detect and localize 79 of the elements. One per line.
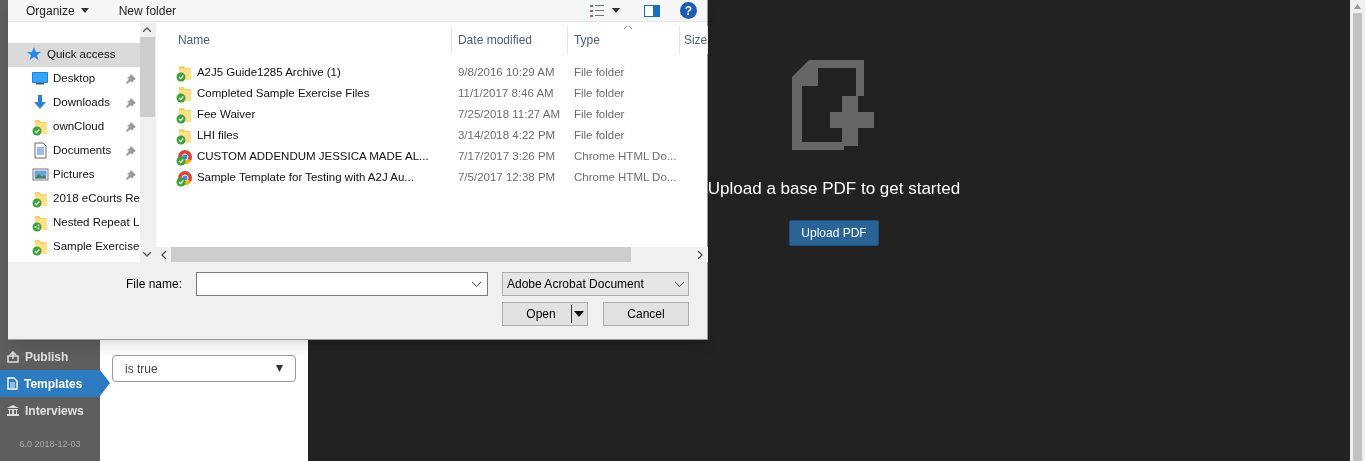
sidebar-item[interactable]: Interviews bbox=[0, 397, 100, 424]
bank-icon bbox=[7, 405, 19, 416]
upload-pdf-button[interactable]: Upload PDF bbox=[789, 219, 879, 246]
caret-icon bbox=[276, 365, 283, 372]
preview-pane-icon bbox=[644, 4, 660, 17]
column-header[interactable]: Name bbox=[155, 26, 452, 54]
caret-icon bbox=[80, 8, 89, 13]
cancel-button[interactable]: Cancel bbox=[603, 302, 689, 326]
monitor-icon bbox=[32, 70, 49, 88]
file-name[interactable]: CUSTOM ADDENDUM JESSICA MADE AL... bbox=[196, 147, 429, 166]
file-name-field[interactable] bbox=[196, 272, 488, 296]
file-type: File folder bbox=[572, 64, 626, 80]
open-button[interactable]: Open bbox=[502, 302, 588, 326]
upload-message: Upload a base PDF to get started bbox=[707, 178, 961, 200]
document-icon bbox=[7, 377, 18, 390]
view-list-icon bbox=[590, 4, 604, 17]
file-name-label: File name: bbox=[125, 276, 182, 293]
file-name[interactable]: Fee Waiver bbox=[196, 105, 256, 124]
file-type-dropdown[interactable]: Adobe Acrobat Document bbox=[502, 272, 689, 296]
horizontal-scrollbar[interactable] bbox=[155, 247, 709, 262]
nav-item[interactable]: Desktop bbox=[8, 67, 140, 91]
caret-icon bbox=[572, 311, 586, 317]
sidebar-item[interactable]: Publish bbox=[0, 343, 100, 370]
folder-icon bbox=[175, 105, 193, 124]
nav-item[interactable]: ownCloud bbox=[8, 115, 140, 139]
chrome-icon bbox=[175, 168, 193, 187]
condition-select[interactable]: is true bbox=[112, 355, 296, 382]
column-header[interactable]: Date modified bbox=[451, 26, 568, 54]
scrollbar[interactable] bbox=[1350, 0, 1365, 461]
folder-icon bbox=[175, 63, 193, 82]
file-type: File folder bbox=[572, 106, 626, 122]
folder-icon bbox=[32, 118, 49, 136]
file-type: File folder bbox=[572, 85, 626, 101]
nav-item[interactable]: Downloads bbox=[8, 91, 140, 115]
column-header[interactable]: Type bbox=[567, 26, 680, 54]
file-name[interactable]: A2J5 Guide1285 Archive (1) bbox=[196, 63, 341, 82]
caret-icon bbox=[612, 8, 620, 13]
folder-icon bbox=[32, 190, 49, 208]
caret-icon bbox=[675, 281, 684, 287]
date-modified: 3/14/2018 4:22 PM bbox=[456, 127, 557, 143]
nav-item[interactable]: Pictures bbox=[8, 163, 140, 187]
scroll-left-icon[interactable] bbox=[160, 250, 166, 259]
nav-item[interactable]: Nested Repeat L bbox=[8, 211, 140, 235]
nav-item[interactable]: Documents bbox=[8, 139, 140, 163]
preview-pane-button[interactable] bbox=[644, 4, 660, 17]
sidebar-item[interactable]: Templates bbox=[0, 370, 100, 397]
folder-icon bbox=[32, 238, 49, 256]
file-type: File folder bbox=[572, 127, 626, 143]
folder-icon bbox=[175, 126, 193, 145]
scroll-down-icon[interactable] bbox=[143, 252, 152, 257]
folder-icon bbox=[175, 84, 193, 103]
scroll-up-icon[interactable] bbox=[143, 27, 152, 32]
new-folder-button[interactable]: New folder bbox=[118, 1, 177, 20]
file-name[interactable]: Completed Sample Exercise Files bbox=[196, 84, 370, 103]
nav-item[interactable]: Quick access bbox=[8, 43, 140, 67]
picture-icon bbox=[32, 166, 49, 184]
chrome-icon bbox=[175, 147, 193, 166]
nav-item[interactable]: Sample Exercise bbox=[8, 235, 140, 259]
scrollbar[interactable] bbox=[139, 22, 155, 262]
help-button[interactable]: ? bbox=[680, 2, 697, 19]
file-name[interactable]: LHI files bbox=[196, 126, 239, 145]
shared-folder-icon bbox=[32, 214, 49, 232]
version-label: 6.0 2018-12-03 bbox=[18, 438, 82, 451]
date-modified: 7/17/2017 3:26 PM bbox=[456, 148, 557, 164]
file-type: Chrome HTML Do... bbox=[572, 148, 678, 164]
upload-icon bbox=[7, 350, 19, 363]
nav-item[interactable]: 2018 eCourts Re bbox=[8, 187, 140, 211]
date-modified: 7/25/2018 11:27 AM bbox=[456, 106, 562, 122]
file-name[interactable]: Sample Template for Testing with A2J Au... bbox=[196, 168, 414, 187]
date-modified: 11/1/2017 8:46 AM bbox=[456, 85, 555, 101]
organize-button[interactable]: Organize bbox=[26, 1, 89, 20]
date-modified: 9/8/2016 10:29 AM bbox=[456, 64, 556, 80]
document-icon bbox=[32, 142, 49, 160]
column-header[interactable]: Size bbox=[679, 26, 709, 54]
view-options-button[interactable] bbox=[590, 4, 620, 17]
caret-icon bbox=[472, 281, 481, 287]
scroll-right-icon[interactable] bbox=[698, 250, 704, 259]
file-type: Chrome HTML Do... bbox=[572, 169, 678, 185]
date-modified: 7/5/2017 12:38 PM bbox=[456, 169, 557, 185]
